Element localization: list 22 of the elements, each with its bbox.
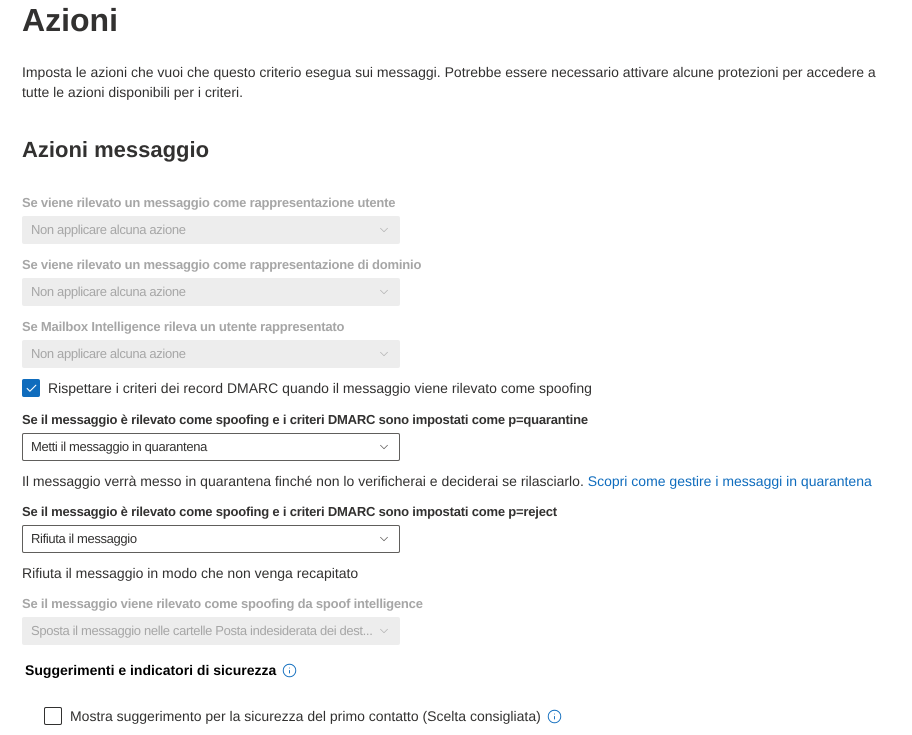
help-text: Rifiuta il messaggio in modo che non venga recapitato	[22, 564, 358, 583]
field-label: Se Mailbox Intelligence rileva un utente rappresentato	[22, 318, 344, 336]
checkbox[interactable]	[44, 707, 62, 725]
info-icon[interactable]	[546, 708, 562, 724]
dropdown[interactable]: Rifiuta il messaggio	[22, 525, 400, 553]
checkbox[interactable]	[22, 379, 40, 397]
section-title: Azioni messaggio	[22, 136, 210, 164]
checkbox-label: Mostra suggerimento per la sicurezza del primo contatto (Scelta consigliata)	[70, 707, 541, 726]
field-label: Se viene rilevato un messaggio come rappresentazione di dominio	[22, 256, 422, 274]
field-label: Se il messaggio viene rilevato come spoofing da spoof intelligence	[22, 595, 423, 613]
safety-tips-heading: Suggerimenti e indicatori di sicurezza	[25, 661, 276, 680]
help-text: Il messaggio verrà messo in quarantena finché non lo verificherai e deciderai se rilasciarlo. Scopri come gestire i messaggi in quarantena	[22, 472, 872, 491]
checkmark-icon	[24, 382, 38, 394]
page-title: Azioni	[22, 1, 118, 40]
field-label: Se viene rilevato un messaggio come rappresentazione utente	[22, 194, 396, 212]
checkbox-label: Rispettare i criteri dei record DMARC quando il messaggio viene rilevato come spoofing	[48, 379, 592, 398]
page-description: Imposta le azioni che vuoi che questo criterio esegua sui messaggi. Potrebbe essere necessario attivare alcune protezioni per accedere a tutte le azioni disponibili per i criteri.	[22, 63, 877, 102]
dropdown[interactable]: Metti il messaggio in quarantena	[22, 433, 400, 461]
help-link[interactable]: Scopri come gestire i messaggi in quarantena	[588, 473, 872, 489]
field-label: Se il messaggio è rilevato come spoofing e i criteri DMARC sono impostati come p=quarantine	[22, 411, 588, 429]
info-icon[interactable]	[282, 662, 298, 678]
field-label: Se il messaggio è rilevato come spoofing e i criteri DMARC sono impostati come p=reject	[22, 503, 557, 521]
